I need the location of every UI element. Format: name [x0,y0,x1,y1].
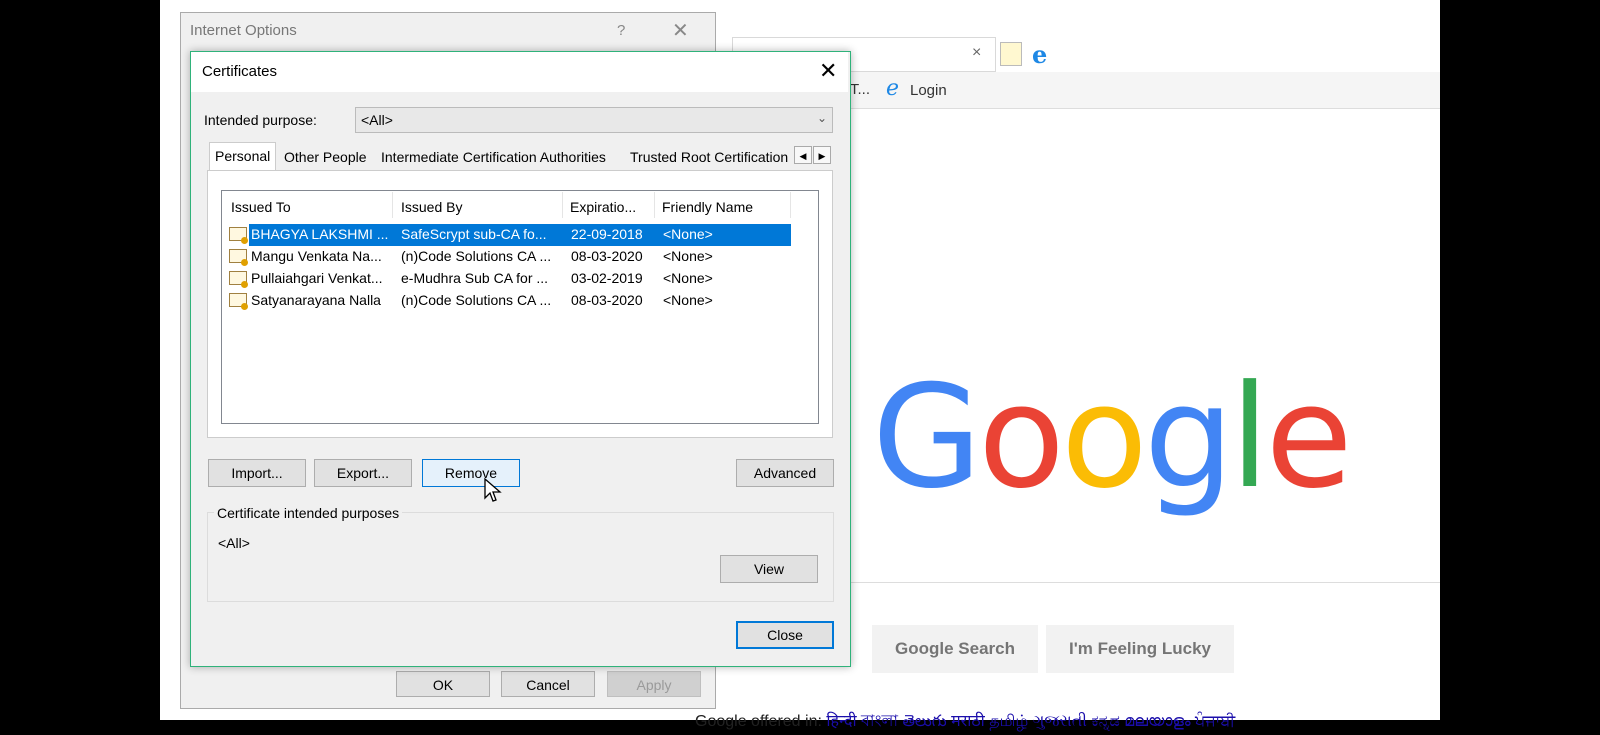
inet-close-icon[interactable]: ✕ [672,18,689,43]
close-icon[interactable]: ✕ [819,58,837,84]
google-logo: Google [872,355,1353,520]
certificate-row[interactable]: BHAGYA LAKSHMI ... SafeScrypt sub-CA fo.… [229,224,791,246]
chevron-down-icon[interactable]: ⌄ [817,111,827,125]
view-button[interactable]: View [720,555,818,583]
cell-friendly-name: <None> [663,226,713,242]
import-button[interactable]: Import... [208,459,306,487]
advanced-button[interactable]: Advanced [736,459,834,487]
certificate-row[interactable]: Satyanarayana Nalla (n)Code Solutions CA… [229,290,791,312]
tab-personal[interactable]: Personal [209,142,276,170]
cell-friendly-name: <None> [663,248,713,264]
google-logo-letter: G [872,355,982,520]
cell-issued-to: Satyanarayana Nalla [251,292,381,308]
cell-expiration: 08-03-2020 [571,248,643,264]
column-divider[interactable] [392,192,393,218]
ie-logo-icon[interactable]: e [1032,40,1047,69]
tab-close-icon[interactable]: × [972,44,981,62]
intended-purpose-label: Intended purpose: [204,112,317,128]
cell-friendly-name: <None> [663,292,713,308]
internet-options-title: Internet Options [190,22,297,39]
cell-issued-by: (n)Code Solutions CA ... [401,292,552,308]
tab-scroll-left-icon[interactable]: ◀ [794,146,812,164]
offered-in-label: Google offered in: [695,713,822,730]
certificates-title: Certificates [202,63,278,80]
cell-issued-by: e-Mudhra Sub CA for ... [401,270,549,286]
google-logo-letter: o [978,355,1065,520]
cell-issued-to: Pullaiahgari Venkat... [251,270,383,286]
cell-issued-by: SafeScrypt sub-CA fo... [401,226,547,242]
cell-expiration: 03-02-2019 [571,270,643,286]
certificate-row[interactable]: Mangu Venkata Na... (n)Code Solutions CA… [229,246,791,268]
google-logo-letter: g [1143,355,1234,520]
cell-issued-by: (n)Code Solutions CA ... [401,248,552,264]
column-issued-by[interactable]: Issued By [401,199,462,215]
cell-expiration: 08-03-2020 [571,292,643,308]
feeling-lucky-button[interactable]: I'm Feeling Lucky [1046,625,1234,673]
mouse-cursor-icon [484,478,502,502]
export-button[interactable]: Export... [314,459,412,487]
column-issued-to[interactable]: Issued To [231,199,291,215]
certificate-icon [229,227,248,244]
cell-friendly-name: <None> [663,270,713,286]
favorite-item-login[interactable]: Login [910,82,947,99]
google-logo-letter: o [1060,355,1148,520]
cancel-button[interactable]: Cancel [501,671,595,697]
search-box-line [850,582,1440,583]
remove-button[interactable]: Remove [422,459,520,487]
column-friendly-name[interactable]: Friendly Name [662,199,753,215]
certificate-icon [229,271,248,288]
favorite-item-truncated[interactable]: T... [850,81,870,98]
column-divider[interactable] [790,192,791,218]
column-divider[interactable] [654,192,655,218]
language-links[interactable]: हिन्दी বাংলা తెలుగు मराठी தமிழ் ગુજરાતી … [826,713,1235,730]
apply-button[interactable]: Apply [607,671,701,697]
column-divider[interactable] [562,192,563,218]
cell-expiration: 22-09-2018 [571,226,643,242]
cell-issued-to: BHAGYA LAKSHMI ... [251,226,389,242]
close-button[interactable]: Close [736,621,834,649]
certificate-row[interactable]: Pullaiahgari Venkat... e-Mudhra Sub CA f… [229,268,791,290]
ok-button[interactable]: OK [396,671,490,697]
intended-purpose-value: <All> [361,112,393,128]
offered-in: Google offered in: हिन्दी বাংলা తెలుగు म… [695,708,1235,735]
cell-issued-to: Mangu Venkata Na... [251,248,382,264]
tab-other-people[interactable]: Other People [279,144,372,170]
tab-scroll-right-icon[interactable]: ▶ [813,146,831,164]
intended-purpose-select[interactable] [355,107,833,133]
intended-purposes-group-label: Certificate intended purposes [214,505,403,521]
certificate-icon [229,293,248,310]
intended-purposes-value: <All> [218,535,250,551]
tab-intermediate-ca[interactable]: Intermediate Certification Authorities [376,144,621,170]
tab-trusted-root[interactable]: Trusted Root Certification [625,144,792,170]
google-logo-letter: e [1265,355,1352,520]
help-icon[interactable]: ? [617,22,625,39]
google-search-button[interactable]: Google Search [872,625,1038,673]
column-expiration[interactable]: Expiratio... [570,199,636,215]
certificate-icon [229,249,248,266]
new-tab-icon[interactable] [1000,42,1022,66]
ie-favicon-icon: e [886,76,900,101]
google-logo-letter: l [1229,355,1270,520]
certificates-titlebar [191,52,848,92]
